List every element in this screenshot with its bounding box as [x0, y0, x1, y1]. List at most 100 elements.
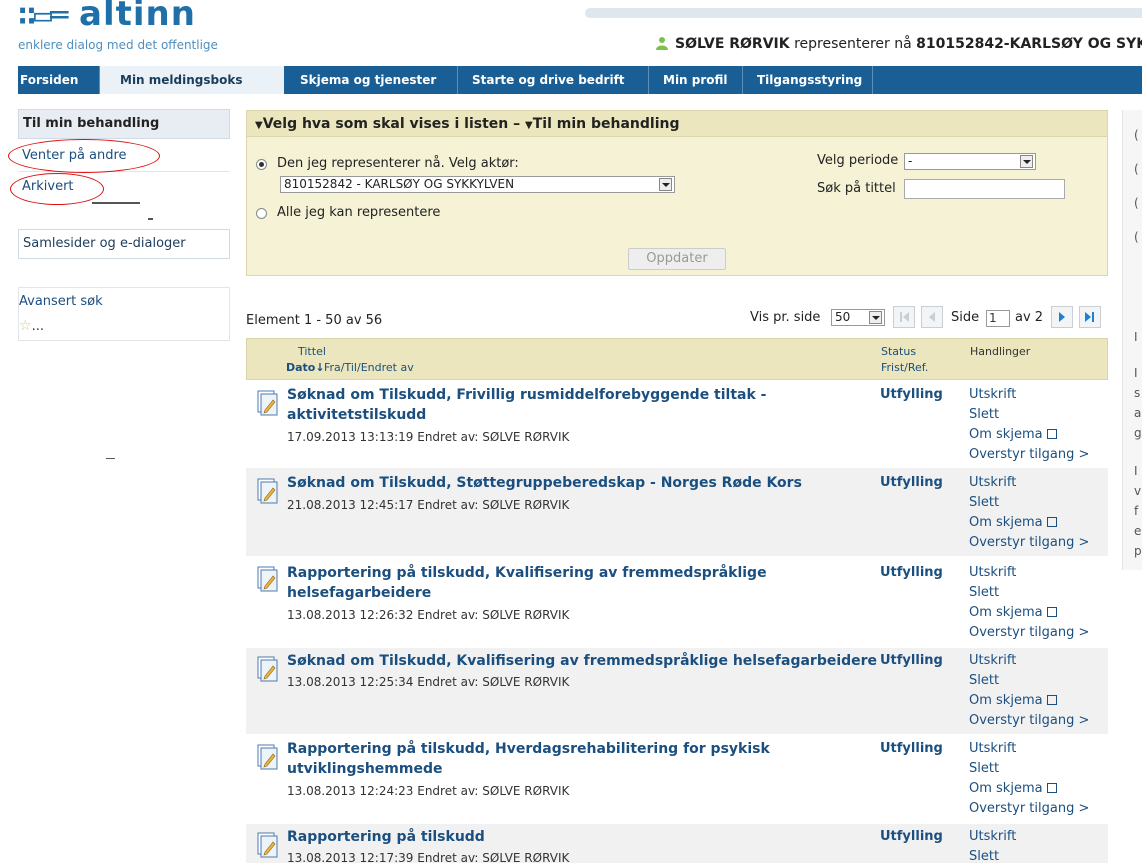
- action-print[interactable]: Utskrift: [969, 563, 1089, 583]
- col-title[interactable]: Tittel: [298, 345, 326, 358]
- action-delete[interactable]: Slett: [969, 405, 1089, 425]
- chevron-down-icon: [659, 178, 672, 191]
- actor-select[interactable]: 810152842 - KARLSØY OG SYKKYLVEN: [280, 176, 675, 193]
- main-nav: Forsiden Min meldingsboks Skjema og tjen…: [18, 66, 1142, 94]
- prev-page-button[interactable]: [921, 306, 943, 328]
- sidebar-title[interactable]: Til min behandling: [18, 109, 230, 139]
- period-select[interactable]: -: [904, 153, 1036, 170]
- action-print[interactable]: Utskrift: [969, 385, 1089, 405]
- external-link-icon: [1046, 429, 1057, 439]
- logo-mark-icon: ∷▭═: [18, 0, 68, 33]
- next-page-icon: [1059, 312, 1065, 322]
- user-info: SØLVE RØRVIK representerer nå 810152842-…: [655, 36, 1142, 52]
- col-from[interactable]: Fra/Til/Endret av: [324, 361, 414, 374]
- first-page-button[interactable]: [893, 306, 915, 328]
- row-status: Utfylling: [880, 387, 943, 402]
- action-about[interactable]: Om skjema: [969, 513, 1089, 533]
- triangle-down-icon: ▼: [255, 120, 263, 131]
- row-date: 13.08.2013 12:26:32 Endret av: SØLVE RØR…: [287, 608, 570, 622]
- tab-starte-og-drive-bedrift[interactable]: Starte og drive bedrift: [458, 66, 649, 94]
- col-actions: Handlinger: [970, 345, 1031, 358]
- action-override[interactable]: Overstyr tilgang >: [969, 711, 1089, 731]
- action-print[interactable]: Utskrift: [969, 473, 1089, 493]
- row-status: Utfylling: [880, 741, 943, 756]
- page-label: Side: [951, 310, 980, 325]
- action-print[interactable]: Utskrift: [969, 651, 1089, 671]
- tab-forsiden[interactable]: Forsiden: [18, 66, 100, 94]
- row-title[interactable]: Søknad om Tilskudd, Støttegruppeberedska…: [287, 473, 867, 493]
- page-input[interactable]: 1: [986, 310, 1010, 327]
- action-about[interactable]: Om skjema: [969, 691, 1089, 711]
- element-count: Element 1 - 50 av 56: [246, 313, 383, 328]
- first-page-icon: [900, 312, 909, 322]
- table-row: Rapportering på tilskudd, Hverdagsrehabi…: [246, 734, 1108, 824]
- action-about-label: Om skjema: [969, 427, 1043, 442]
- triangle-down-icon: ▼: [525, 120, 533, 131]
- chevron-down-icon: [1020, 155, 1033, 168]
- filter-heading-part1: Velg hva som skal vises i listen –: [262, 116, 521, 132]
- radio-current-actor[interactable]: [256, 159, 267, 170]
- next-page-button[interactable]: [1051, 306, 1073, 328]
- tab-min-meldingsboks[interactable]: Min meldingsboks: [100, 66, 284, 94]
- sidebar-item-samlesider[interactable]: Samlesider og e-dialoger: [18, 229, 230, 259]
- cutoff-text: (: [1134, 196, 1139, 210]
- cutoff-text: g: [1134, 426, 1142, 440]
- row-status: Utfylling: [880, 475, 943, 490]
- update-button[interactable]: Oppdater: [628, 248, 726, 270]
- filter-heading[interactable]: ▼Velg hva som skal vises i listen – ▼Til…: [247, 111, 1107, 137]
- action-about[interactable]: Om skjema: [969, 603, 1089, 623]
- filter-panel: ▼Velg hva som skal vises i listen – ▼Til…: [246, 110, 1108, 276]
- action-delete[interactable]: Slett: [969, 583, 1089, 603]
- row-title[interactable]: Søknad om Tilskudd, Frivillig rusmiddelf…: [287, 385, 867, 425]
- col-date[interactable]: Dato↓: [286, 361, 325, 374]
- search-title-input[interactable]: [904, 179, 1065, 199]
- form-document-icon: [257, 656, 278, 682]
- action-delete[interactable]: Slett: [969, 847, 1016, 863]
- action-override[interactable]: Overstyr tilgang >: [969, 799, 1089, 819]
- actor-select-value: 810152842 - KARLSØY OG SYKKYLVEN: [284, 177, 515, 191]
- user-icon: [656, 37, 668, 50]
- external-link-icon: [1046, 517, 1057, 527]
- sidebar-divider: [92, 202, 140, 204]
- action-override[interactable]: Overstyr tilgang >: [969, 445, 1089, 465]
- action-about[interactable]: Om skjema: [969, 425, 1089, 445]
- per-page-select[interactable]: 50: [831, 309, 885, 326]
- period-select-value: -: [908, 154, 913, 168]
- sidebar-divider: [148, 218, 153, 220]
- row-title[interactable]: Rapportering på tilskudd, Hverdagsrehabi…: [287, 739, 867, 779]
- action-delete[interactable]: Slett: [969, 759, 1089, 779]
- action-print[interactable]: Utskrift: [969, 827, 1016, 847]
- action-about-label: Om skjema: [969, 605, 1043, 620]
- row-title[interactable]: Rapportering på tilskudd, Kvalifisering …: [287, 563, 867, 603]
- row-title[interactable]: Rapportering på tilskudd: [287, 827, 867, 847]
- sidebar-favorites[interactable]: ☆...: [19, 318, 44, 334]
- action-delete[interactable]: Slett: [969, 671, 1089, 691]
- tab-min-profil[interactable]: Min profil: [649, 66, 743, 94]
- tab-tilgangsstyring[interactable]: Tilgangsstyring: [743, 66, 873, 94]
- row-title[interactable]: Søknad om Tilskudd, Kvalifisering av fre…: [287, 651, 887, 671]
- action-override[interactable]: Overstyr tilgang >: [969, 623, 1089, 643]
- action-about[interactable]: Om skjema: [969, 779, 1089, 799]
- radio-all-actors[interactable]: [256, 208, 267, 219]
- last-page-button[interactable]: [1079, 306, 1101, 328]
- logo-text: altinn: [79, 0, 196, 34]
- cutoff-text: (: [1134, 162, 1139, 176]
- cutoff-text: s: [1134, 386, 1141, 400]
- tab-skjema-og-tjenester[interactable]: Skjema og tjenester: [284, 66, 458, 94]
- org-name[interactable]: 810152842-KARLSØY OG SYK: [916, 36, 1142, 52]
- action-override[interactable]: Overstyr tilgang >: [969, 533, 1089, 553]
- col-status[interactable]: Status: [881, 345, 916, 358]
- col-deadline[interactable]: Frist/Ref.: [881, 361, 928, 374]
- row-status: Utfylling: [880, 653, 943, 668]
- sidebar-divider: [106, 458, 115, 459]
- row-status: Utfylling: [880, 565, 943, 580]
- cutoff-text: I: [1134, 366, 1138, 380]
- altinn-logo[interactable]: ∷▭═ altinn: [18, 0, 196, 36]
- action-print[interactable]: Utskrift: [969, 739, 1089, 759]
- filter-heading-part2: Til min behandling: [532, 116, 680, 132]
- action-delete[interactable]: Slett: [969, 493, 1089, 513]
- sidebar-item-advanced-search[interactable]: Avansert søk: [19, 294, 103, 309]
- star-icon: ☆: [19, 318, 32, 334]
- last-page-icon: [1085, 312, 1094, 322]
- row-date: 13.08.2013 12:24:23 Endret av: SØLVE RØR…: [287, 784, 570, 798]
